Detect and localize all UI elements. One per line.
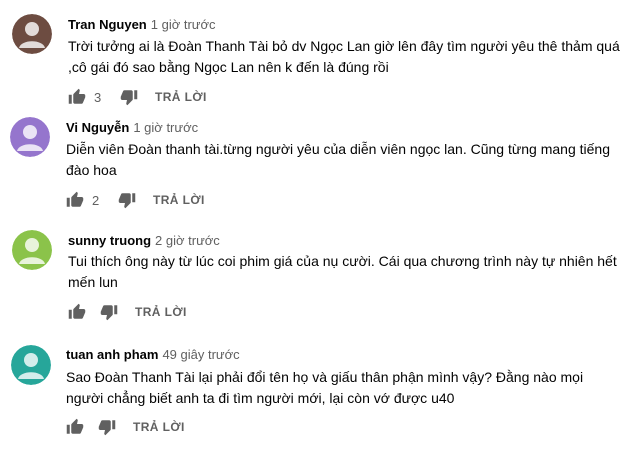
timestamp[interactable]: 1 giờ trước bbox=[151, 17, 216, 32]
comment-line: mến lun bbox=[68, 274, 118, 290]
thumb-down-icon[interactable] bbox=[118, 191, 136, 209]
avatar[interactable] bbox=[10, 117, 50, 157]
comment-line: Tui thích ông này từ lúc coi phim giá củ… bbox=[68, 253, 617, 269]
comment-line: Diễn viên Đoàn thanh tài.từng người yêu … bbox=[66, 141, 610, 157]
comment-line: Trời tưởng ai là Đoàn Thanh Tài bỏ dv Ng… bbox=[68, 38, 620, 54]
reply-button[interactable]: TRẢ LỜI bbox=[133, 420, 185, 434]
timestamp[interactable]: 2 giờ trước bbox=[155, 233, 220, 248]
comment-line: đào hoa bbox=[66, 162, 117, 178]
thumb-up-icon[interactable] bbox=[66, 191, 84, 209]
author-name[interactable]: sunny truong bbox=[68, 233, 151, 248]
like-count: 3 bbox=[94, 89, 102, 105]
comment-line: ,cô gái đó sao bằng Ngọc Lan nên k đến l… bbox=[68, 59, 389, 75]
thumb-up-icon[interactable] bbox=[68, 303, 86, 321]
person-icon bbox=[10, 117, 50, 157]
reply-button[interactable]: TRẢ LỜI bbox=[155, 90, 207, 104]
comment-line: Sao Đoàn Thanh Tài lại phải đổi tên họ v… bbox=[66, 369, 584, 385]
author-name[interactable]: Vi Nguyễn bbox=[66, 120, 129, 135]
like-count: 2 bbox=[92, 192, 100, 208]
comment-line: người chẳng biết anh ta đi tìm người mới… bbox=[66, 390, 455, 406]
avatar[interactable] bbox=[11, 345, 51, 385]
timestamp[interactable]: 1 giờ trước bbox=[133, 120, 198, 135]
reply-button[interactable]: TRẢ LỜI bbox=[153, 193, 205, 207]
author-name[interactable]: Tran Nguyen bbox=[68, 17, 147, 32]
timestamp[interactable]: 49 giây trước bbox=[162, 347, 239, 362]
comment-text: Trời tưởng ai là Đoàn Thanh Tài bỏ dv Ng… bbox=[68, 36, 623, 78]
author-name[interactable]: tuan anh pham bbox=[66, 347, 158, 362]
avatar[interactable] bbox=[12, 14, 52, 54]
comment-text: Sao Đoàn Thanh Tài lại phải đổi tên họ v… bbox=[66, 367, 623, 409]
thumb-down-icon[interactable] bbox=[98, 418, 116, 436]
reply-button[interactable]: TRẢ LỜI bbox=[135, 305, 187, 319]
thumb-down-icon[interactable] bbox=[100, 303, 118, 321]
thumb-up-icon[interactable] bbox=[66, 418, 84, 436]
avatar[interactable] bbox=[12, 230, 52, 270]
person-icon bbox=[12, 230, 52, 270]
person-icon bbox=[11, 345, 51, 385]
thumb-up-icon[interactable] bbox=[68, 88, 86, 106]
comment-text: Diễn viên Đoàn thanh tài.từng người yêu … bbox=[66, 139, 623, 181]
person-icon bbox=[12, 14, 52, 54]
comment-text: Tui thích ông này từ lúc coi phim giá củ… bbox=[68, 251, 623, 293]
thumb-down-icon[interactable] bbox=[120, 88, 138, 106]
